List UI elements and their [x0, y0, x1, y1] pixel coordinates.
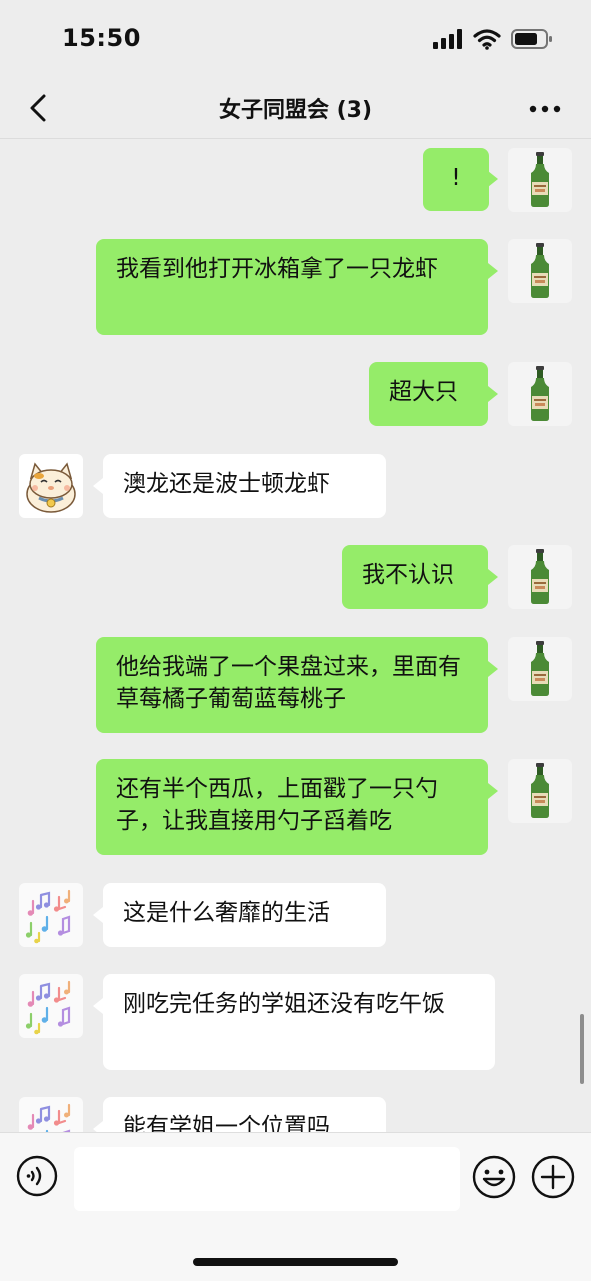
wifi-icon: [473, 29, 501, 50]
message-bubble[interactable]: !: [423, 148, 489, 211]
green-bottle-avatar[interactable]: [508, 637, 572, 701]
message-text: 这是什么奢靡的生活: [123, 900, 330, 926]
message-row: 还有半个西瓜，上面戳了一只勺子，让我直接用勺子舀着吃: [0, 759, 591, 855]
battery-icon: [511, 29, 552, 49]
cellular-signal-icon: [433, 29, 462, 49]
message-row: 我看到他打开冰箱拿了一只龙虾: [0, 239, 591, 335]
message-row: 能有学姐一个位置吗: [0, 1097, 591, 1132]
emoji-icon[interactable]: [472, 1155, 516, 1199]
message-text: 超大只: [389, 379, 458, 405]
message-bubble[interactable]: 超大只: [369, 362, 488, 426]
music-notes-avatar[interactable]: [19, 883, 83, 947]
green-bottle-avatar[interactable]: [508, 362, 572, 426]
green-bottle-avatar[interactable]: [508, 545, 572, 609]
message-bubble[interactable]: 刚吃完任务的学姐还没有吃午饭: [103, 974, 495, 1070]
green-bottle-avatar[interactable]: [508, 759, 572, 823]
bubble-tail: [488, 171, 498, 187]
message-bubble[interactable]: 还有半个西瓜，上面戳了一只勺子，让我直接用勺子舀着吃: [96, 759, 488, 855]
music-notes-avatar[interactable]: [19, 974, 83, 1038]
green-bottle-avatar[interactable]: [508, 239, 572, 303]
message-input[interactable]: [74, 1147, 460, 1211]
input-bar: [0, 1132, 591, 1281]
message-bubble[interactable]: 澳龙还是波士顿龙虾: [103, 454, 386, 518]
bubble-tail: [488, 263, 498, 279]
message-text: 还有半个西瓜，上面戳了一只勺子，让我直接用勺子舀着吃: [116, 776, 438, 834]
bubble-tail: [488, 661, 498, 677]
message-row: 澳龙还是波士顿龙虾: [0, 454, 591, 518]
green-bottle-avatar[interactable]: [508, 148, 572, 212]
home-indicator: [193, 1258, 398, 1266]
more-options-icon[interactable]: [527, 94, 563, 124]
message-bubble[interactable]: 能有学姐一个位置吗: [103, 1097, 386, 1132]
message-list[interactable]: ! 我看到他打开冰箱拿了一只龙虾 超大只 澳龙还是波士顿龙虾 我不认识 他给我端…: [0, 139, 591, 1132]
message-row: 我不认识: [0, 545, 591, 609]
status-bar: 15:50: [0, 0, 591, 80]
message-text: 澳龙还是波士顿龙虾: [123, 471, 330, 497]
bubble-tail: [93, 998, 103, 1014]
message-text: 刚吃完任务的学姐还没有吃午饭: [123, 991, 445, 1017]
bubble-tail: [488, 386, 498, 402]
bubble-tail: [93, 907, 103, 923]
message-text: 我不认识: [362, 562, 454, 588]
music-notes-avatar[interactable]: [19, 1097, 83, 1132]
bubble-tail: [93, 1121, 103, 1132]
message-text: 能有学姐一个位置吗: [123, 1114, 330, 1132]
message-bubble[interactable]: 我看到他打开冰箱拿了一只龙虾: [96, 239, 488, 335]
message-text: !: [451, 165, 461, 191]
message-row: 超大只: [0, 362, 591, 426]
status-time: 15:50: [62, 24, 141, 52]
message-row: 刚吃完任务的学姐还没有吃午饭: [0, 974, 591, 1070]
message-row: 这是什么奢靡的生活: [0, 883, 591, 947]
message-text: 他给我端了一个果盘过来，里面有草莓橘子葡萄蓝莓桃子: [116, 654, 461, 712]
voice-input-icon[interactable]: [16, 1155, 58, 1197]
message-row: !: [0, 139, 591, 209]
chat-header: 女子同盟会 (3): [0, 80, 591, 139]
message-bubble[interactable]: 这是什么奢靡的生活: [103, 883, 386, 947]
scrollbar[interactable]: [580, 1014, 584, 1084]
bubble-tail: [488, 569, 498, 585]
chat-title: 女子同盟会 (3): [218, 98, 373, 123]
bubble-tail: [93, 478, 103, 494]
message-bubble[interactable]: 我不认识: [342, 545, 488, 609]
lucky-cat-avatar[interactable]: [19, 454, 83, 518]
message-row: 他给我端了一个果盘过来，里面有草莓橘子葡萄蓝莓桃子: [0, 637, 591, 733]
status-icons: [433, 28, 553, 50]
message-bubble[interactable]: 他给我端了一个果盘过来，里面有草莓橘子葡萄蓝莓桃子: [96, 637, 488, 733]
bubble-tail: [488, 783, 498, 799]
message-text: 我看到他打开冰箱拿了一只龙虾: [116, 256, 438, 282]
plus-icon[interactable]: [531, 1155, 575, 1199]
